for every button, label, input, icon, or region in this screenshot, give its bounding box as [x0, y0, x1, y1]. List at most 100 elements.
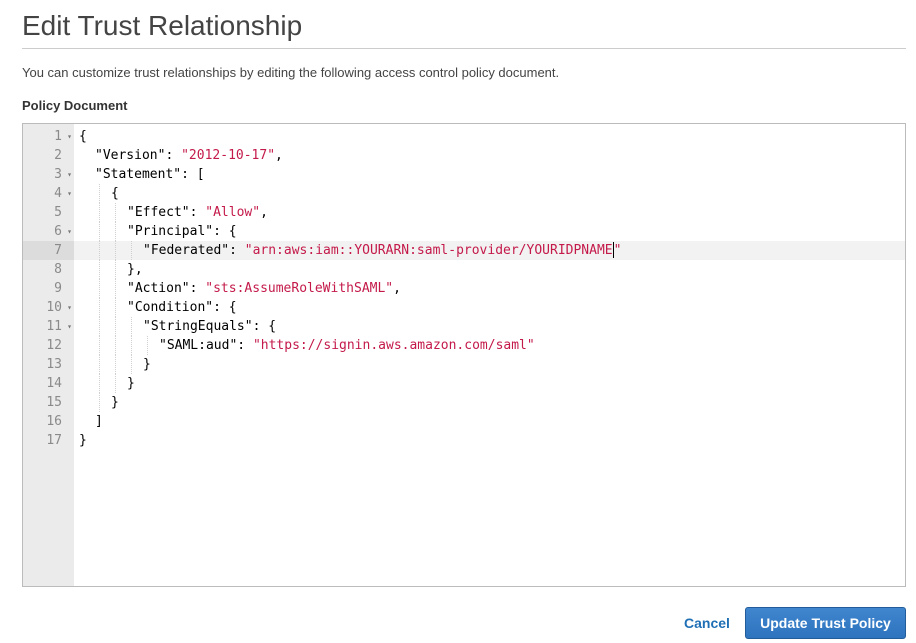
- page-description: You can customize trust relationships by…: [22, 65, 560, 80]
- line-number-text: 13: [46, 357, 62, 372]
- key-token: "SAML:aud": [159, 338, 238, 353]
- line-number-text: 8: [54, 262, 62, 277]
- line-number-text: 14: [46, 376, 62, 391]
- line-number: 8: [23, 260, 74, 279]
- line-number: 17: [23, 431, 74, 450]
- indent-guide: [115, 336, 116, 355]
- policy-document-editor[interactable]: 1 ▾ 2 3 ▾ 4 ▾ 5 6 ▾ 7 8 9 10 ▾ 11 ▾ 12 13 14 15 16 17 {"Versio…: [22, 123, 906, 587]
- punctuation-token: : {: [213, 224, 237, 239]
- cancel-button[interactable]: Cancel: [676, 608, 738, 638]
- key-token: "Action": [127, 281, 190, 296]
- punctuation-token: ,: [275, 148, 283, 163]
- code-line-text: "Condition": {: [127, 298, 237, 317]
- line-number: 16: [23, 412, 74, 431]
- indent-guide: [99, 241, 100, 260]
- indent-guide: [131, 355, 132, 374]
- code-line[interactable]: {: [74, 184, 905, 203]
- fold-arrow-icon[interactable]: ▾: [67, 298, 72, 317]
- line-number-text: 2: [54, 148, 62, 163]
- code-line-text: ]: [95, 412, 103, 431]
- punctuation-token: : {: [252, 319, 277, 334]
- code-line[interactable]: "StringEquals": {: [74, 317, 905, 336]
- string-token: ": [613, 243, 622, 258]
- fold-arrow-icon[interactable]: ▾: [67, 222, 72, 241]
- indent-guide: [115, 241, 116, 260]
- indent-guide: [131, 317, 132, 336]
- indent-guide: [147, 336, 148, 355]
- line-number-text: 17: [46, 433, 62, 448]
- line-number-text: 12: [46, 338, 62, 353]
- code-line[interactable]: {: [74, 127, 905, 146]
- code-line-text: }: [111, 393, 119, 412]
- code-line[interactable]: "Version": "2012-10-17",: [74, 146, 905, 165]
- title-divider: [22, 48, 906, 49]
- code-line[interactable]: "Effect": "Allow",: [74, 203, 905, 222]
- code-line-text: },: [127, 260, 143, 279]
- code-line[interactable]: "SAML:aud": "https://signin.aws.amazon.c…: [74, 336, 905, 355]
- punctuation-token: : {: [213, 300, 237, 315]
- indent-guide: [99, 393, 100, 412]
- code-line[interactable]: },: [74, 260, 905, 279]
- indent-guide: [99, 184, 100, 203]
- code-line[interactable]: "Action": "sts:AssumeRoleWithSAML",: [74, 279, 905, 298]
- line-number-text: 6: [54, 224, 62, 239]
- line-number: 2: [23, 146, 74, 165]
- line-number: 13: [23, 355, 74, 374]
- indent-guide: [115, 355, 116, 374]
- punctuation-token: }: [127, 376, 135, 391]
- line-number: 15: [23, 393, 74, 412]
- code-line-text: }: [143, 355, 151, 374]
- punctuation-token: }: [111, 395, 119, 410]
- code-line[interactable]: }: [74, 374, 905, 393]
- indent-guide: [99, 298, 100, 317]
- fold-arrow-icon[interactable]: ▾: [67, 184, 72, 203]
- code-line[interactable]: "Principal": {: [74, 222, 905, 241]
- code-line-text: }: [127, 374, 135, 393]
- code-line[interactable]: "Condition": {: [74, 298, 905, 317]
- code-line[interactable]: "Federated": "arn:aws:iam::YOURARN:saml-…: [74, 241, 905, 260]
- key-token: "Condition": [127, 300, 214, 315]
- string-token: "Allow": [205, 205, 261, 220]
- indent-guide: [99, 336, 100, 355]
- indent-guide: [99, 260, 100, 279]
- line-number: 5: [23, 203, 74, 222]
- punctuation-token: ,: [393, 281, 401, 296]
- indent-guide: [99, 355, 100, 374]
- code-line[interactable]: }: [74, 355, 905, 374]
- code-line-text: "StringEquals": {: [143, 317, 276, 336]
- fold-arrow-icon[interactable]: ▾: [67, 127, 72, 146]
- fold-arrow-icon[interactable]: ▾: [67, 165, 72, 184]
- code-line-text: "Federated": "arn:aws:iam::YOURARN:saml-…: [143, 241, 621, 260]
- indent-guide: [115, 279, 116, 298]
- key-token: "StringEquals": [143, 319, 253, 334]
- line-number-gutter: 1 ▾ 2 3 ▾ 4 ▾ 5 6 ▾ 7 8 9 10 ▾ 11 ▾ 12 13 14 15 16 17: [23, 124, 74, 586]
- code-line-text: "Principal": {: [127, 222, 237, 241]
- punctuation-token: ,: [260, 205, 268, 220]
- indent-guide: [99, 374, 100, 393]
- update-trust-policy-button[interactable]: Update Trust Policy: [745, 607, 906, 639]
- line-number-text: 15: [46, 395, 62, 410]
- line-number: 9: [23, 279, 74, 298]
- line-number-text: 10: [46, 300, 62, 315]
- policy-document-label: Policy Document: [22, 98, 128, 113]
- code-line-text: "Effect": "Allow",: [127, 203, 268, 222]
- indent-guide: [115, 203, 116, 222]
- key-token: "Federated": [143, 243, 230, 258]
- indent-guide: [131, 336, 132, 355]
- indent-guide: [115, 222, 116, 241]
- code-area[interactable]: {"Version": "2012-10-17", "Statement": [{…: [74, 124, 905, 586]
- line-number: 4 ▾: [23, 184, 74, 203]
- punctuation-token: : [: [181, 167, 205, 182]
- code-line[interactable]: "Statement": [: [74, 165, 905, 184]
- line-number: 12: [23, 336, 74, 355]
- fold-arrow-icon[interactable]: ▾: [67, 317, 72, 336]
- punctuation-token: :: [237, 338, 253, 353]
- string-token: "https://signin.aws.amazon.com/saml": [252, 338, 535, 353]
- indent-guide: [115, 374, 116, 393]
- code-line[interactable]: }: [74, 431, 905, 450]
- code-line[interactable]: }: [74, 393, 905, 412]
- string-token: "sts:AssumeRoleWithSAML": [205, 281, 394, 296]
- code-line-text: {: [79, 127, 87, 146]
- code-line[interactable]: ]: [74, 412, 905, 431]
- line-number-text: 3: [54, 167, 62, 182]
